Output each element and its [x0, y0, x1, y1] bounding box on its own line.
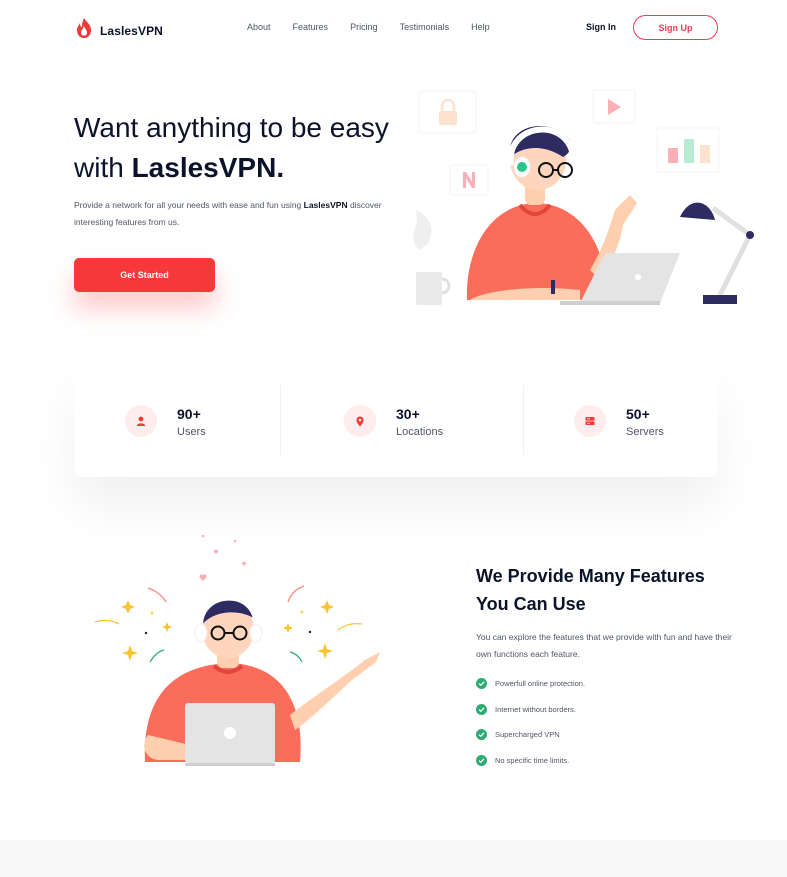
check-icon [476, 754, 487, 766]
feature-item-text: Powerfull online protection. [495, 679, 586, 688]
features-list: Powerfull online protection. Internet wi… [476, 676, 585, 778]
nav-link-pricing[interactable]: Pricing [350, 22, 378, 32]
stat-locations: 30+ Locations [344, 365, 443, 477]
feature-item-text: Supercharged VPN [495, 730, 560, 739]
stat-servers-label: Servers [626, 425, 664, 438]
stat-users: 90+ Users [125, 365, 206, 477]
stats-card: 90+ Users 30+ Locations 50+ Servers [74, 365, 718, 477]
sign-up-button[interactable]: Sign Up [633, 15, 718, 40]
desk-lamp-icon [680, 202, 754, 304]
brand-name: LaslesVPN [100, 23, 163, 38]
feature-item-text: No specific time limits. [495, 755, 570, 765]
main-menu: About Features Pricing Testimonials Help [247, 22, 512, 32]
check-icon [476, 729, 487, 740]
next-section-band [0, 840, 787, 877]
nav-link-features[interactable]: Features [293, 22, 329, 32]
server-icon [574, 405, 606, 437]
stat-users-label: Users [177, 425, 206, 438]
coffee-mug-icon [413, 210, 451, 305]
get-started-button[interactable]: Get Started [74, 258, 215, 292]
play-icon [592, 89, 636, 124]
list-item: Supercharged VPN [476, 727, 585, 742]
features-illustration [90, 530, 390, 770]
hero-title-brand: LaslesVPN. [131, 152, 285, 183]
logo-icon [74, 17, 94, 44]
location-pin-icon [344, 405, 376, 437]
hero-illustration [405, 85, 765, 315]
stat-locations-label: Locations [396, 425, 444, 438]
top-navbar: LaslesVPN About Features Pricing Testimo… [0, 0, 787, 56]
stat-servers-value: 50+ [626, 405, 650, 422]
lock-icon [418, 90, 477, 134]
hero-description: Provide a network for all your needs wit… [74, 197, 384, 231]
brand-logo[interactable]: LaslesVPN [74, 17, 163, 44]
features-description: You can explore the features that we pro… [476, 632, 732, 659]
check-icon [476, 678, 487, 689]
stat-servers: 50+ Servers [574, 365, 664, 477]
hero-desc-text-1: Provide a network for all your needs wit… [74, 200, 304, 210]
stat-divider [280, 385, 281, 455]
stat-locations-value: 30+ [396, 405, 420, 422]
stat-users-value: 90+ [177, 405, 201, 422]
feature-item-text: Internet without borders. [495, 704, 576, 714]
nav-link-help[interactable]: Help [471, 22, 490, 32]
check-icon [476, 703, 487, 715]
netflix-icon [449, 164, 489, 196]
features-title: We Provide Many Features You Can Use [476, 566, 705, 614]
bar-chart-icon [656, 127, 720, 173]
list-item: Internet without borders. [476, 702, 585, 717]
list-item: Powerfull online protection. [476, 676, 585, 691]
stat-divider [523, 385, 524, 455]
nav-link-about[interactable]: About [247, 22, 271, 32]
user-icon [125, 405, 157, 437]
sign-in-link[interactable]: Sign In [586, 22, 616, 32]
hero-desc-brand: LaslesVPN [303, 200, 348, 210]
hero-title: Want anything to be easy with LaslesVPN. [74, 108, 394, 188]
list-item: No specific time limits. [476, 753, 585, 768]
nav-link-testimonials[interactable]: Testimonials [400, 22, 450, 32]
